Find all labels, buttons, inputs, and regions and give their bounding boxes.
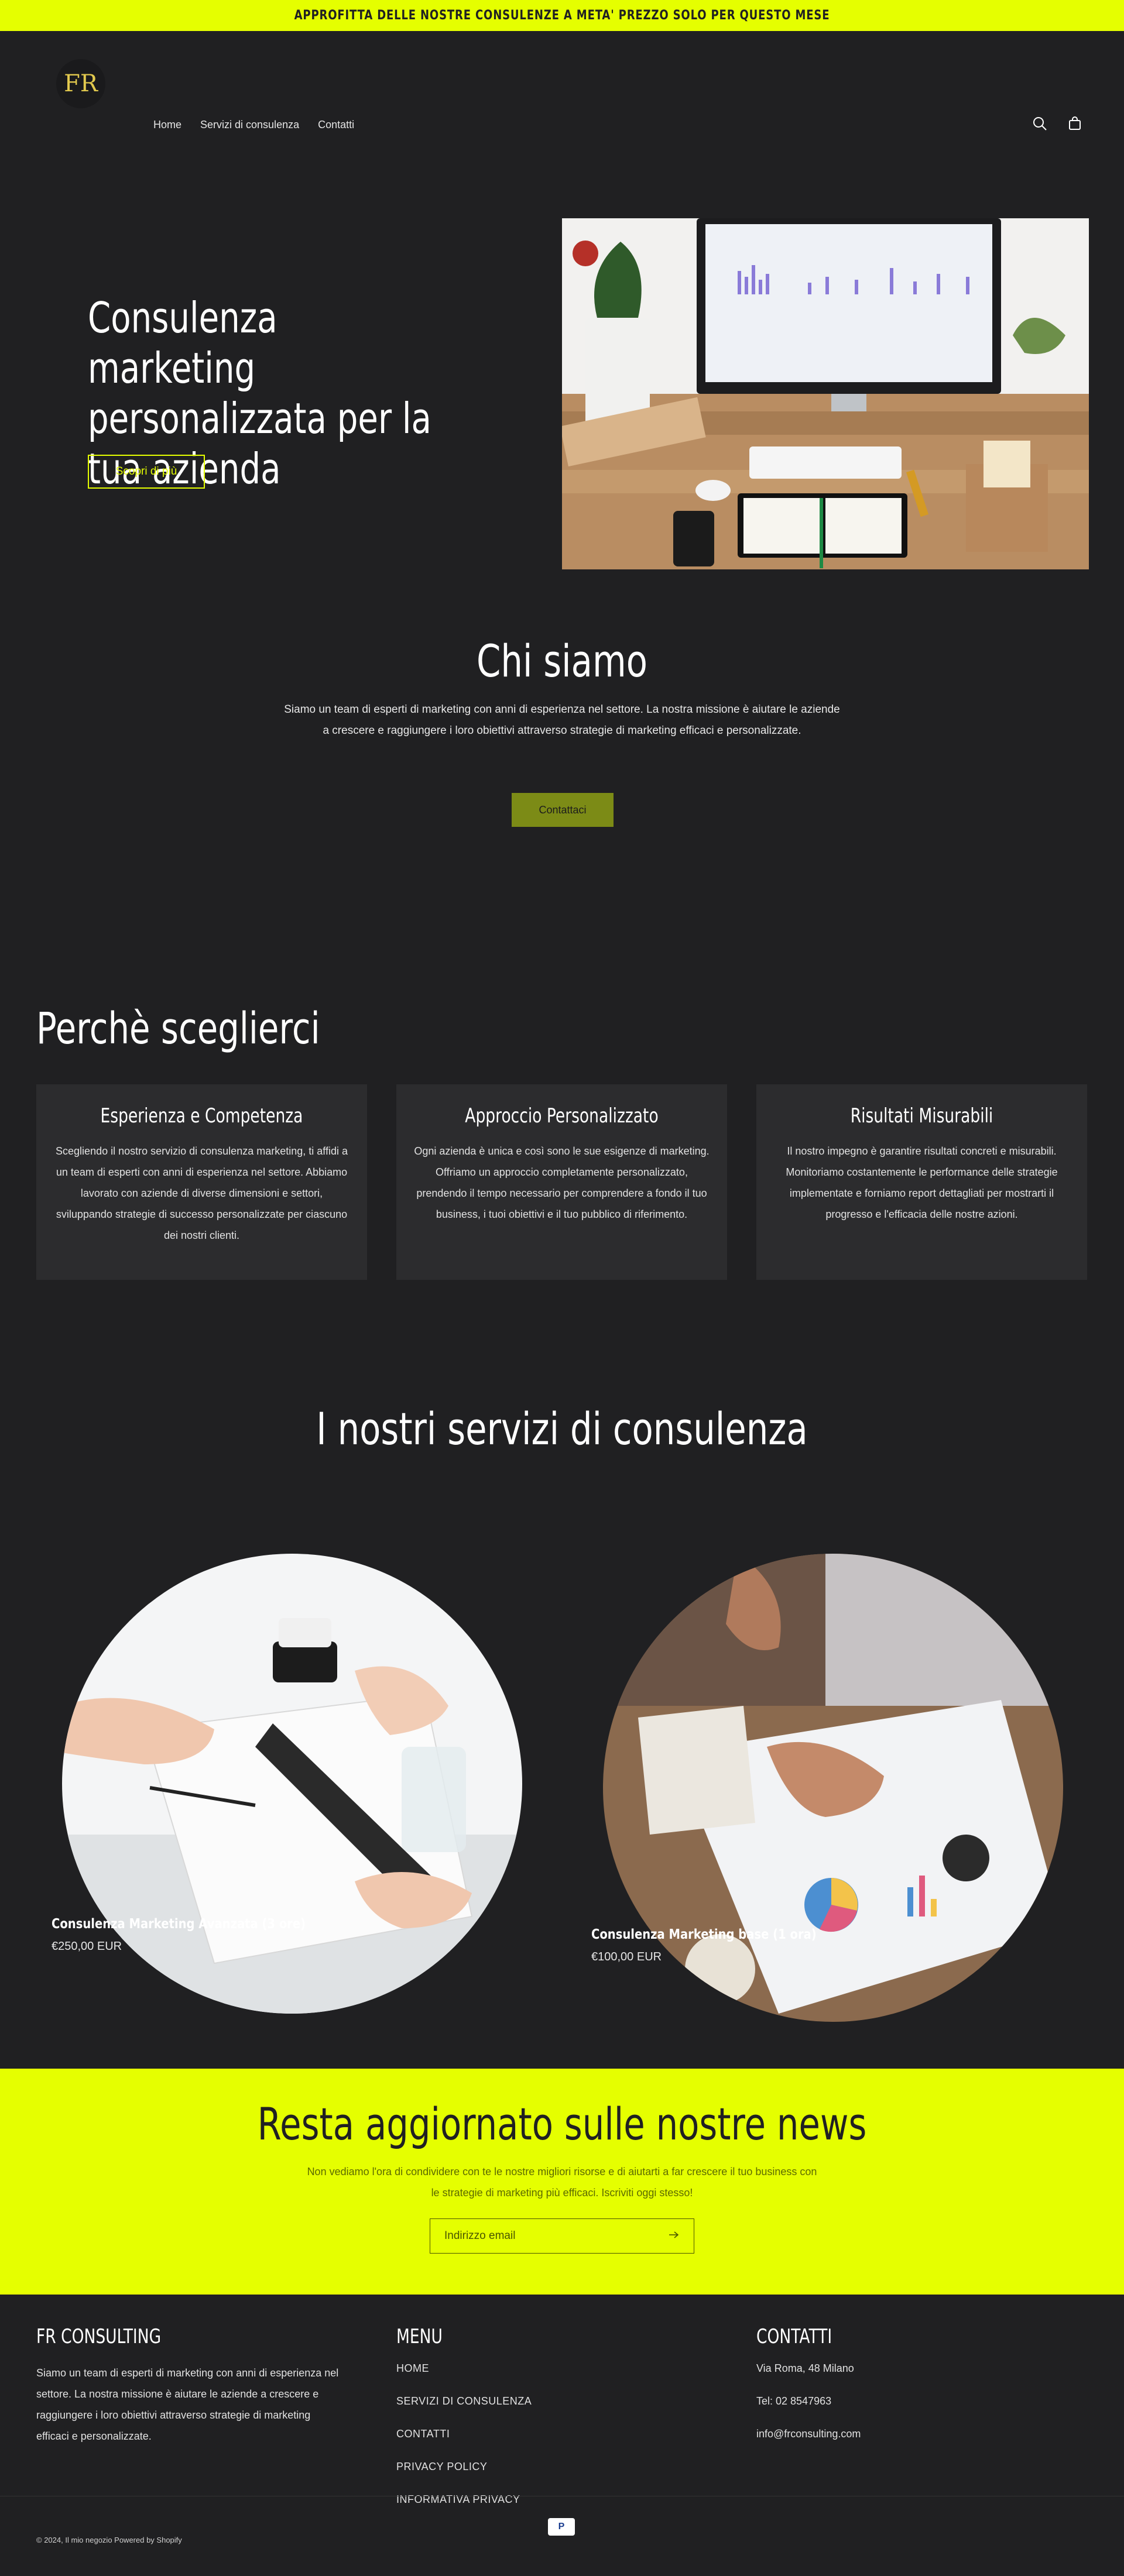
discover-more-button[interactable]: Scopri di più xyxy=(88,455,205,489)
card-title: Esperienza e Competenza xyxy=(100,1104,303,1128)
hero-image xyxy=(562,218,1089,569)
footer-brand: FR CONSULTING Siamo un team di esperti d… xyxy=(36,2325,341,2447)
product-title-base[interactable]: Consulenza Marketing base (1 ora) xyxy=(591,1927,817,1942)
card-results: Risultati Misurabili Il nostro impegno è… xyxy=(756,1084,1087,1280)
site-footer: FR CONSULTING Siamo un team di esperti d… xyxy=(0,2295,1124,2556)
product-image-advanced[interactable] xyxy=(62,1554,522,2014)
announcement-bar: APPROFITTA DELLE NOSTRE CONSULENZE A MET… xyxy=(0,0,1124,31)
about-section: Chi siamo Siamo un team di esperti di ma… xyxy=(0,571,1124,933)
footer-brand-text: Siamo un team di esperti di marketing co… xyxy=(36,2367,339,2442)
footer-brand-title: FR CONSULTING xyxy=(36,2325,162,2348)
about-title: Chi siamo xyxy=(477,635,647,687)
card-title: Risultati Misurabili xyxy=(850,1104,993,1128)
contact-us-button[interactable]: Contattaci xyxy=(512,793,614,827)
about-text: Siamo un team di esperti di marketing co… xyxy=(284,703,840,737)
search-icon[interactable] xyxy=(1032,115,1048,132)
product-title-advanced[interactable]: Consulenza Marketing Avanzata (3 ore) xyxy=(52,1916,306,1932)
footer-link-privacy-info[interactable]: INFORMATIVA PRIVACY xyxy=(396,2493,532,2526)
paypal-icon: P xyxy=(548,2518,575,2536)
services-section: I nostri servizi di consulenza Consulenz… xyxy=(0,1308,1124,2069)
email-placeholder: Indirizzo email xyxy=(444,2230,516,2242)
card-experience: Esperienza e Competenza Scegliendo il no… xyxy=(36,1084,367,1280)
arrow-right-icon[interactable] xyxy=(668,2230,680,2242)
footer-contacts-title: CONTATTI xyxy=(756,2325,832,2348)
product-price-advanced: €250,00 EUR xyxy=(52,1940,122,1953)
card-personalized: Approccio Personalizzato Ogni azienda è … xyxy=(396,1084,727,1280)
newsletter-title: Resta aggiornato sulle nostre news xyxy=(257,2098,867,2150)
nav-contacts[interactable]: Contatti xyxy=(318,119,354,131)
site-header: FR Home Servizi di consulenza Contatti xyxy=(0,31,1124,161)
footer-phone: Tel: 02 8547963 xyxy=(756,2395,832,2407)
email-field[interactable]: Indirizzo email xyxy=(430,2218,694,2254)
footer-link-services[interactable]: SERVIZI DI CONSULENZA xyxy=(396,2395,532,2428)
why-title: Perchè sceglierci xyxy=(36,1004,320,1054)
nav-services[interactable]: Servizi di consulenza xyxy=(200,119,299,131)
footer-menu-title: MENU xyxy=(396,2325,443,2348)
why-cards: Esperienza e Competenza Scegliendo il no… xyxy=(36,1084,1087,1280)
logo[interactable]: FR xyxy=(56,59,105,108)
services-title: I nostri servizi di consulenza xyxy=(316,1403,808,1455)
main-nav: Home Servizi di consulenza Contatti xyxy=(153,119,354,131)
card-text: Il nostro impegno è garantire risultati … xyxy=(786,1145,1058,1220)
card-text: Scegliendo il nostro servizio di consule… xyxy=(56,1145,348,1241)
hero-section: Consulenza marketing personalizzata per … xyxy=(0,161,1124,571)
footer-link-contacts[interactable]: CONTATTI xyxy=(396,2428,532,2461)
footer-email[interactable]: info@frconsulting.com xyxy=(756,2428,861,2461)
why-choose-us-section: Perchè sceglierci Esperienza e Competenz… xyxy=(0,933,1124,1308)
newsletter-text: Non vediamo l'ora di condividere con te … xyxy=(307,2166,817,2199)
card-title: Approccio Personalizzato xyxy=(465,1104,659,1128)
nav-home[interactable]: Home xyxy=(153,119,181,131)
footer-link-home[interactable]: HOME xyxy=(396,2362,532,2395)
product-price-base: €100,00 EUR xyxy=(591,1950,662,1963)
footer-address: Via Roma, 48 Milano xyxy=(756,2362,854,2374)
copyright: © 2024, Il mio negozio Powered by Shopif… xyxy=(36,2536,182,2544)
footer-contacts: CONTATTI Via Roma, 48 Milano Tel: 02 854… xyxy=(756,2325,861,2461)
newsletter-section: Resta aggiornato sulle nostre news Non v… xyxy=(0,2069,1124,2295)
announcement-text: APPROFITTA DELLE NOSTRE CONSULENZE A MET… xyxy=(101,0,1023,31)
product-image-base[interactable] xyxy=(603,1554,1063,2022)
footer-link-privacy-policy[interactable]: PRIVACY POLICY xyxy=(396,2461,532,2493)
cart-icon[interactable] xyxy=(1067,115,1083,132)
header-icons xyxy=(1032,115,1083,132)
card-text: Ogni azienda è unica e così sono le sue … xyxy=(414,1145,710,1220)
